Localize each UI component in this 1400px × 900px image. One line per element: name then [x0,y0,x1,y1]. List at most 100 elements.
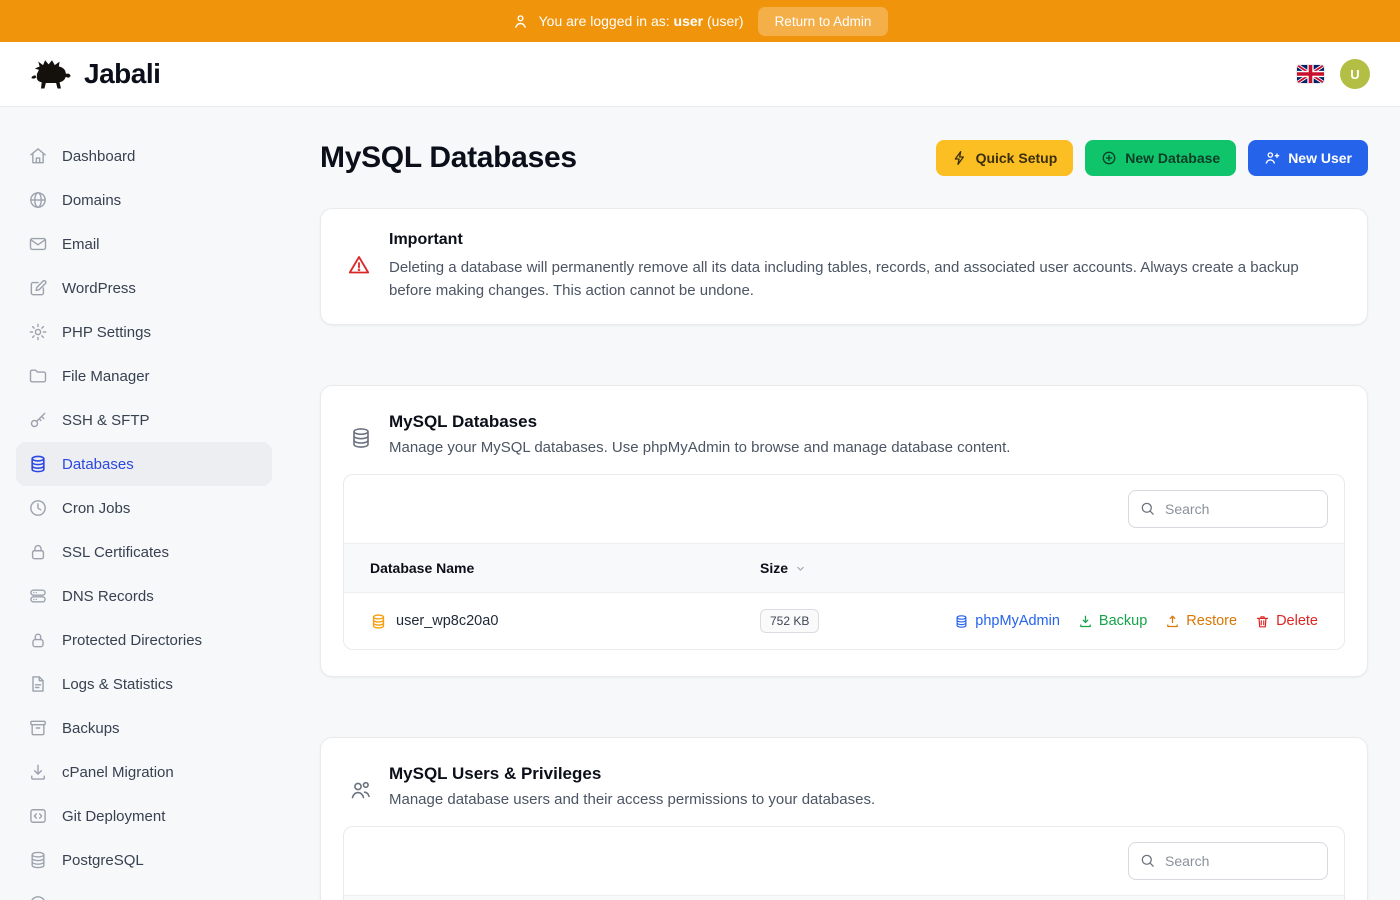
quick-setup-button[interactable]: Quick Setup [936,140,1074,176]
sidebar-item-domains[interactable]: Domains [16,178,272,222]
circle-icon [28,894,48,900]
backup-link[interactable]: Backup [1078,613,1147,629]
sidebar-item-dashboard[interactable]: Dashboard [16,134,272,178]
main-content: MySQL Databases Quick Setup New Database… [288,107,1400,900]
key-icon [28,410,48,430]
sidebar-item-php-settings[interactable]: PHP Settings [16,310,272,354]
database-icon [954,614,969,629]
sidebar-item-label: Logs & Statistics [62,676,173,693]
users-search-input[interactable] [1128,842,1328,880]
sidebar-item-backups[interactable]: Backups [16,706,272,750]
sidebar-item-protected-directories[interactable]: Protected Directories [16,618,272,662]
users-table-panel: User Database Privileges [343,826,1345,900]
lightning-icon [952,150,968,166]
sidebar-item-label: Git Deployment [62,808,165,825]
database-icon [28,454,48,474]
sidebar-item-label: PHP Settings [62,324,151,341]
delete-label: Delete [1276,613,1318,629]
important-notice: Important Deleting a database will perma… [320,208,1368,325]
sidebar-item-label: WordPress [62,280,136,297]
sidebar-item-label: Dashboard [62,148,135,165]
sidebar-item-cron-jobs[interactable]: Cron Jobs [16,486,272,530]
gear-icon [28,322,48,342]
restore-label: Restore [1186,613,1237,629]
sidebar-item-partial[interactable] [16,882,272,900]
uk-flag-icon[interactable] [1297,65,1324,83]
database-name: user_wp8c20a0 [396,613,498,629]
restore-link[interactable]: Restore [1165,613,1237,629]
impersonation-banner: You are logged in as: user (user) Return… [0,0,1400,42]
column-database-name: Database Name [370,560,760,576]
sidebar-item-logs-statistics[interactable]: Logs & Statistics [16,662,272,706]
pencil-square-icon [28,278,48,298]
section-title: MySQL Users & Privileges [389,764,875,784]
upload-arrow-icon [1165,614,1180,629]
boar-logo-icon [30,56,74,92]
databases-table-panel: Database Name Size user_wp8c20a0 752 KB [343,474,1345,650]
sidebar-item-label: SSH & SFTP [62,412,150,429]
column-size-sortable[interactable]: Size [760,560,1318,576]
phpmyadmin-label: phpMyAdmin [975,613,1060,629]
section-description: Manage your MySQL databases. Use phpMyAd… [389,439,1010,456]
user-plus-icon [1264,150,1280,166]
sidebar-item-label: Domains [62,192,121,209]
code-brackets-icon [28,806,48,826]
notice-title: Important [389,231,1329,249]
user-avatar[interactable]: U [1340,59,1370,89]
sidebar-item-label: Protected Directories [62,632,202,649]
sidebar-item-ssl-certificates[interactable]: SSL Certificates [16,530,272,574]
sidebar-item-wordpress[interactable]: WordPress [16,266,272,310]
trash-icon [1255,614,1270,629]
logged-in-username: user [674,13,704,29]
globe-icon [28,190,48,210]
sidebar-item-label: cPanel Migration [62,764,174,781]
brand-name: Jabali [84,58,160,90]
mail-icon [28,234,48,254]
archive-box-icon [28,718,48,738]
mysql-users-card: MySQL Users & Privileges Manage database… [320,737,1368,900]
mysql-databases-card: MySQL Databases Manage your MySQL databa… [320,385,1368,677]
sidebar-item-git-deployment[interactable]: Git Deployment [16,794,272,838]
warning-triangle-icon [347,253,371,302]
section-description: Manage database users and their access p… [389,791,875,808]
database-icon [28,850,48,870]
document-icon [28,674,48,694]
sidebar-nav: Dashboard Domains Email WordPress PHP Se… [0,107,288,900]
sidebar-item-email[interactable]: Email [16,222,272,266]
lock-icon [28,630,48,650]
folder-icon [28,366,48,386]
databases-search-input[interactable] [1128,490,1328,528]
new-user-label: New User [1288,150,1352,166]
delete-link[interactable]: Delete [1255,613,1318,629]
notice-body: Deleting a database will permanently rem… [389,257,1329,302]
return-to-admin-button[interactable]: Return to Admin [758,7,889,36]
sidebar-item-databases[interactable]: Databases [16,442,272,486]
sidebar-item-dns-records[interactable]: DNS Records [16,574,272,618]
search-icon [1139,500,1156,517]
logged-in-message: You are logged in as: user (user) [512,13,744,30]
users-icon [349,778,373,808]
new-user-button[interactable]: New User [1248,140,1368,176]
sidebar-item-postgresql[interactable]: PostgreSQL [16,838,272,882]
brand-logo[interactable]: Jabali [30,56,160,92]
download-arrow-icon [1078,614,1093,629]
size-badge: 752 KB [760,609,819,633]
table-row: user_wp8c20a0 752 KB phpMyAdmin Backup [344,593,1344,649]
sidebar-item-label: SSL Certificates [62,544,169,561]
sidebar-item-ssh-sftp[interactable]: SSH & SFTP [16,398,272,442]
page-title: MySQL Databases [320,141,577,175]
sidebar-item-cpanel-migration[interactable]: cPanel Migration [16,750,272,794]
new-database-button[interactable]: New Database [1085,140,1236,176]
phpmyadmin-link[interactable]: phpMyAdmin [954,613,1060,629]
sidebar-item-label: Cron Jobs [62,500,130,517]
lock-icon [28,542,48,562]
sidebar-item-label: File Manager [62,368,150,385]
search-icon [1139,852,1156,869]
backup-label: Backup [1099,613,1147,629]
sidebar-item-label: Databases [62,456,134,473]
database-icon [370,613,387,630]
quick-setup-label: Quick Setup [976,150,1058,166]
sidebar-item-label: PostgreSQL [62,852,144,869]
sidebar-item-file-manager[interactable]: File Manager [16,354,272,398]
sidebar-item-label: Email [62,236,100,253]
